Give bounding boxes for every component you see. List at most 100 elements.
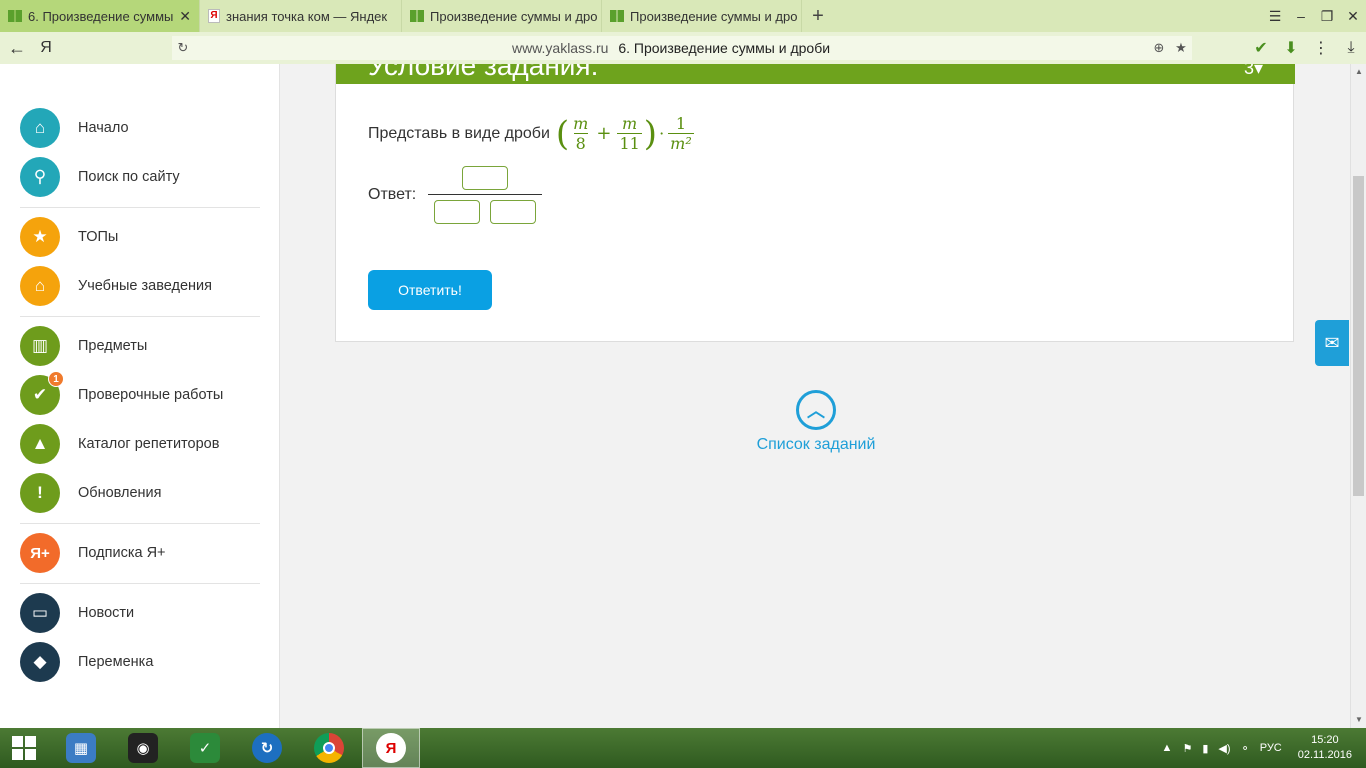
- mail-icon: ✉: [1324, 332, 1340, 353]
- divider: [20, 523, 260, 524]
- taskbar-antivirus[interactable]: ✓: [176, 728, 234, 768]
- ya-plus-icon: Я+: [20, 533, 60, 573]
- media-player-icon: ◉: [128, 733, 158, 763]
- sidebar-item-updates[interactable]: ! Обновления: [20, 473, 162, 513]
- windows-taskbar: ▦ ◉ ✓ ↻ Я ▲ ⚑ ▮ ◀) ⚬ РУС 15:20 02.11.201…: [0, 728, 1366, 768]
- taskbar-media-player[interactable]: ◉: [114, 728, 172, 768]
- reload-icon[interactable]: ↻: [172, 40, 194, 56]
- numerator-input[interactable]: [462, 166, 508, 190]
- yaklass-book-icon: [610, 10, 624, 22]
- sidebar-item-home[interactable]: ⌂ Начало: [20, 108, 129, 148]
- mail-feedback-button[interactable]: ✉: [1315, 320, 1349, 366]
- star-icon: ★: [20, 217, 60, 257]
- scroll-up-arrow[interactable]: ▲: [1351, 64, 1366, 80]
- yandex-logo[interactable]: Я: [34, 39, 58, 57]
- tray-expand-icon[interactable]: ▲: [1162, 742, 1173, 754]
- tab-title: Произведение суммы и дро: [430, 8, 598, 24]
- shield-icon[interactable]: ✔: [1246, 38, 1276, 58]
- chevron-up-icon[interactable]: ︿: [796, 390, 836, 430]
- language-indicator[interactable]: РУС: [1260, 742, 1282, 754]
- bell-icon: ◆: [20, 642, 60, 682]
- sidebar-item-label: Поиск по сайту: [78, 169, 180, 185]
- flag-icon[interactable]: ⚑: [1182, 742, 1192, 755]
- tab-3[interactable]: Произведение суммы и дро: [402, 0, 602, 32]
- close-window-icon[interactable]: ✕: [1340, 8, 1366, 25]
- downloads-icon[interactable]: ⤓: [1336, 39, 1366, 57]
- clock-time: 15:20: [1311, 734, 1339, 746]
- minimize-icon[interactable]: –: [1288, 8, 1314, 24]
- divider: [20, 207, 260, 208]
- close-icon[interactable]: ✕: [179, 8, 191, 25]
- restore-icon[interactable]: ❐: [1314, 8, 1340, 25]
- yaklass-book-icon: [8, 10, 22, 22]
- taskbar-control-panel[interactable]: ▦: [52, 728, 110, 768]
- menu-icon[interactable]: ☰: [1262, 8, 1288, 25]
- sidebar-item-search[interactable]: ⚲ Поиск по сайту: [20, 157, 180, 197]
- back-arrow-icon[interactable]: ←: [0, 38, 34, 59]
- denominator-coefficient-input[interactable]: [434, 200, 480, 224]
- browser-menu-icon[interactable]: ⋮: [1306, 38, 1336, 58]
- browser-tab-bar: 6. Произведение суммы ✕ Я знания точка к…: [0, 0, 1366, 32]
- search-icon: ⚲: [20, 157, 60, 197]
- sidebar-item-label: Учебные заведения: [78, 278, 212, 294]
- fraction: m 11: [617, 114, 642, 153]
- fraction: 1 m²: [668, 114, 694, 153]
- scroll-thumb[interactable]: [1353, 176, 1364, 496]
- clock[interactable]: 15:20 02.11.2016: [1298, 733, 1352, 763]
- yandex-icon: Я: [208, 9, 220, 23]
- globe-icon[interactable]: ⊕: [1148, 40, 1170, 56]
- sidebar-item-label: Начало: [78, 120, 129, 136]
- tab-title: 6. Произведение суммы: [28, 8, 174, 24]
- volume-icon[interactable]: ◀): [1218, 742, 1230, 755]
- sidebar-item-break[interactable]: ◆ Переменка: [20, 642, 153, 682]
- window-controls: ☰ – ❐ ✕: [1262, 0, 1366, 32]
- sidebar-item-subscription[interactable]: Я+ Подписка Я+: [20, 533, 166, 573]
- submit-answer-button[interactable]: Ответить!: [368, 270, 492, 310]
- sidebar-item-label: ТОПы: [78, 229, 119, 245]
- notification-badge: 1: [48, 371, 64, 387]
- task-header-title: Условие задания:: [368, 64, 599, 81]
- url-title: 6. Произведение суммы и дроби: [618, 40, 831, 56]
- sidebar-item-news[interactable]: ▭ Новости: [20, 593, 134, 633]
- task-points: 3▾: [1243, 64, 1263, 78]
- main-content: Условие задания: 3▾ Представь в виде дро…: [281, 64, 1350, 728]
- sidebar-item-tops[interactable]: ★ ТОПы: [20, 217, 118, 257]
- tab-4[interactable]: Произведение суммы и дро: [602, 0, 802, 32]
- sidebar-item-label: Проверочные работы: [78, 387, 224, 403]
- taskbar-updater[interactable]: ↻: [238, 728, 296, 768]
- bookmark-star-icon[interactable]: ★: [1170, 40, 1192, 56]
- network-icon[interactable]: ⚬: [1241, 742, 1250, 755]
- denominator-variable-input[interactable]: [490, 200, 536, 224]
- taskbar-yandex-browser[interactable]: Я: [362, 728, 420, 768]
- book-icon: ▥: [20, 326, 60, 366]
- graduation-cap-icon: ▲: [20, 424, 60, 464]
- sidebar-item-tests[interactable]: ✔ 1 Проверочные работы: [20, 371, 224, 415]
- task-list-label[interactable]: Список заданий: [751, 436, 881, 454]
- start-button[interactable]: [0, 728, 48, 768]
- new-tab-button[interactable]: +: [802, 0, 834, 32]
- sidebar-item-label: Каталог репетиторов: [78, 436, 220, 452]
- answer-label: Ответ:: [368, 186, 417, 203]
- scroll-down-arrow[interactable]: ▼: [1351, 712, 1366, 728]
- battery-icon[interactable]: ▮: [1202, 742, 1208, 755]
- task-prompt: Представь в виде дроби: [368, 124, 550, 142]
- sidebar-item-tutors[interactable]: ▲ Каталог репетиторов: [20, 424, 219, 464]
- address-bar: ← Я ↻ www.yaklass.ru 6. Произведение сум…: [0, 32, 1366, 64]
- url-text[interactable]: www.yaklass.ru 6. Произведение суммы и д…: [194, 40, 1148, 56]
- sidebar-item-subjects[interactable]: ▥ Предметы: [20, 326, 147, 366]
- url-field[interactable]: ↻ www.yaklass.ru 6. Произведение суммы и…: [172, 36, 1192, 60]
- divider: [20, 583, 260, 584]
- taskbar-chrome[interactable]: [300, 728, 358, 768]
- sidebar-item-label: Новости: [78, 605, 135, 621]
- tab-title: знания точка ком — Яндек: [226, 8, 388, 24]
- sidebar-item-schools[interactable]: ⌂ Учебные заведения: [20, 266, 212, 306]
- tab-1[interactable]: 6. Произведение суммы ✕: [0, 0, 200, 32]
- scrollbar[interactable]: ▲ ▼: [1350, 64, 1366, 728]
- yandex-browser-icon: Я: [376, 733, 406, 763]
- download-manager-icon[interactable]: ⬇: [1276, 38, 1306, 58]
- task-list-link[interactable]: ︿ Список заданий: [751, 390, 881, 454]
- extension-icons: ✔ ⬇ ⋮ ⤓: [1246, 32, 1366, 64]
- task-question: Представь в виде дроби ( m 8 + m 11 ) · …: [368, 114, 696, 153]
- sidebar-item-label: Переменка: [78, 654, 154, 670]
- tab-2[interactable]: Я знания точка ком — Яндек: [200, 0, 402, 32]
